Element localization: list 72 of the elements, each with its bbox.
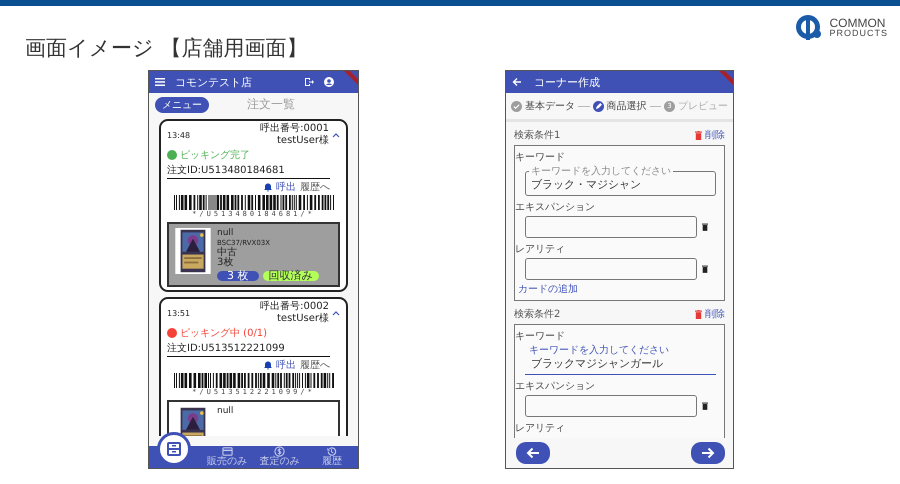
logout-icon[interactable] [304, 77, 314, 87]
bell-icon [264, 182, 272, 192]
order-id: 注文ID:U513512221099 [167, 341, 330, 357]
menu-button[interactable]: メニュー [155, 96, 209, 112]
nav-item[interactable]: 履歴 [306, 446, 358, 468]
call-link[interactable]: 呼出 [276, 358, 296, 372]
bell-icon [264, 360, 272, 370]
trash-icon[interactable] [702, 265, 708, 273]
step-label: 基本データ [525, 100, 575, 113]
back-button[interactable] [516, 442, 550, 464]
history-link[interactable]: 履歴へ [300, 180, 330, 194]
nav-label: 販売のみ [207, 457, 248, 467]
arrow-left-icon [526, 447, 540, 459]
app-title: コーナー作成 [534, 74, 600, 90]
field-label: レアリティ [515, 422, 566, 435]
condition-title: 検索条件2 [514, 308, 562, 321]
field-label: キーワード [515, 330, 566, 343]
menu-icon[interactable] [155, 78, 165, 86]
field-label: エキスパンション [515, 380, 596, 393]
condition-title: 検索条件1 [514, 128, 562, 142]
page-title: 注文一覧 [247, 96, 295, 113]
item-condition: 中古 [217, 248, 238, 258]
input-field[interactable] [525, 258, 697, 280]
input-field[interactable] [525, 395, 697, 417]
delete-link[interactable]: 削除 [705, 128, 725, 142]
order-time: 13:51 [167, 308, 192, 318]
input-field[interactable] [525, 216, 697, 238]
back-arrow-icon[interactable] [512, 77, 522, 87]
trash-icon[interactable] [702, 402, 708, 410]
delete-link[interactable]: 削除 [705, 307, 725, 321]
card-icon [222, 446, 233, 457]
status-label: ピッキング完了 [180, 148, 250, 162]
next-button[interactable] [691, 442, 725, 464]
step-label: プレビュー [678, 100, 728, 113]
field-label: エキスパンション [515, 201, 596, 214]
trash-icon[interactable] [702, 223, 708, 231]
call-number: 呼出番号:0002 [260, 301, 329, 312]
app-title: コモンテスト店 [175, 74, 253, 90]
chevron-up-icon[interactable] [332, 310, 340, 316]
customer-name: testUser様 [277, 313, 329, 325]
trash-icon [695, 310, 702, 318]
history-link[interactable]: 履歴へ [300, 358, 330, 372]
dollar-icon [274, 446, 285, 457]
add-card-link[interactable]: カードの追加 [518, 282, 724, 296]
field-label: キーワード [515, 151, 566, 164]
step-label: 商品選択 [606, 100, 646, 113]
order-time: 13:48 [167, 130, 192, 140]
status-label: ピッキング中 (0/1) [180, 326, 268, 340]
item-name: null [217, 228, 234, 238]
item-name: null [217, 406, 234, 416]
call-number: 呼出番号:0001 [260, 123, 329, 134]
trash-icon [695, 130, 702, 140]
nav-label: 査定のみ [259, 457, 300, 467]
order-id: 注文ID:U513480184681 [167, 163, 330, 179]
nav-label: 履歴 [322, 457, 342, 467]
history-icon [326, 446, 338, 457]
call-link[interactable]: 呼出 [276, 180, 296, 194]
count-badge: 3 枚 [217, 271, 258, 281]
item-quantity: 3枚 [217, 258, 234, 268]
tray-icon [166, 441, 182, 457]
keyword-field[interactable]: キーワードを入力してください ブラックマジシャンガール [525, 345, 716, 375]
nav-item[interactable]: 販売のみ [201, 446, 254, 468]
collected-badge: 回収済み [262, 271, 318, 281]
account-icon[interactable] [324, 77, 334, 87]
arrow-right-icon [701, 447, 715, 459]
field-label: レアリティ [515, 243, 566, 256]
chevron-up-icon[interactable] [332, 132, 340, 138]
logo-text: COMMON [829, 16, 886, 28]
slide-title: 画面イメージ 【店舗用画面】 [25, 35, 308, 62]
customer-name: testUser様 [277, 135, 329, 147]
logo-text: PRODUCTS [829, 28, 888, 38]
nav-item[interactable]: 査定のみ [253, 446, 306, 468]
